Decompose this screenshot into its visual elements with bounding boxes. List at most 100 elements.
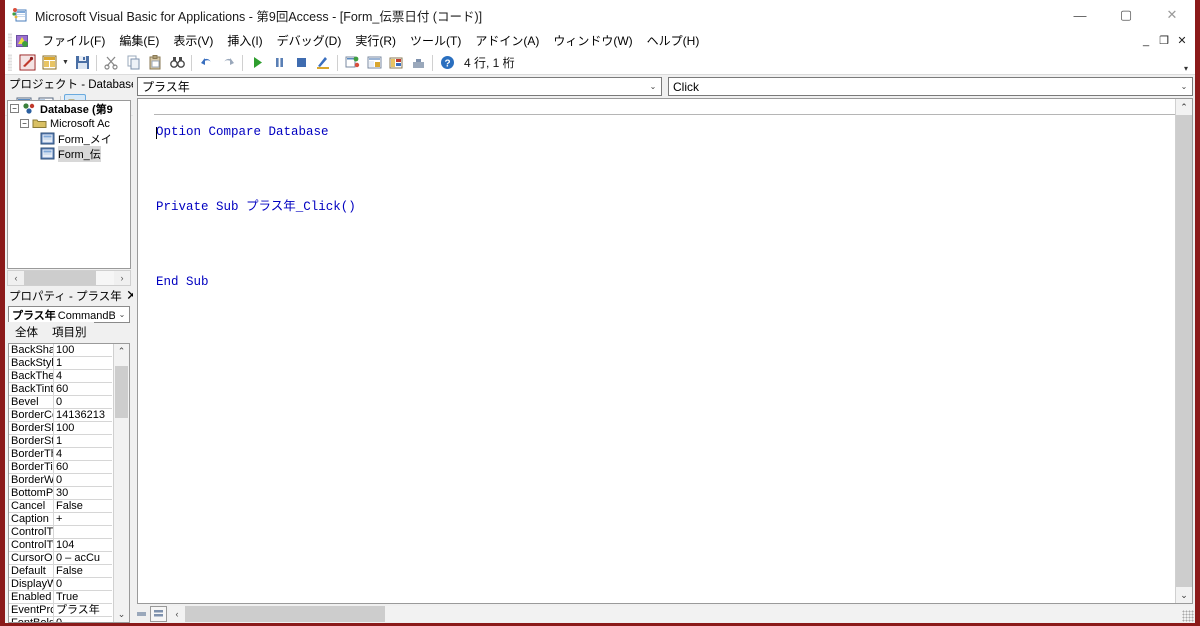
property-row[interactable]: BackTher 4 — [9, 370, 112, 383]
code-hscroll-track[interactable] — [185, 606, 1193, 622]
property-row[interactable]: Enabled True — [9, 591, 112, 604]
code-scroll-down-icon[interactable]: ⌄ — [1176, 587, 1192, 603]
property-value[interactable]: 4 — [54, 448, 112, 460]
code-scroll-up-icon[interactable]: ⌃ — [1176, 99, 1192, 115]
property-value[interactable]: 4 — [54, 370, 112, 382]
property-value[interactable]: 104 — [54, 539, 112, 551]
procedure-dropdown[interactable]: Click ⌄ — [668, 77, 1193, 96]
property-row[interactable]: BorderShi100 — [9, 422, 112, 435]
menu-file[interactable]: ファイル(F) — [35, 30, 112, 51]
menu-run[interactable]: 実行(R) — [348, 30, 403, 51]
properties-scroll-thumb[interactable] — [115, 366, 128, 418]
minimize-button[interactable]: — — [1057, 0, 1103, 30]
userform-icon[interactable] — [38, 52, 60, 74]
access-logo-icon[interactable] — [16, 52, 38, 74]
property-value[interactable]: + — [54, 513, 112, 525]
code-vscrollbar[interactable]: ⌃ ⌄ — [1175, 99, 1192, 603]
play-triangle-icon[interactable] — [246, 52, 268, 74]
menu-addins[interactable]: アドイン(A) — [468, 30, 546, 51]
property-row[interactable]: Cancel False — [9, 500, 112, 513]
menu-window[interactable]: ウィンドウ(W) — [546, 30, 639, 51]
property-row[interactable]: BorderThi4 — [9, 448, 112, 461]
property-row[interactable]: EventProcプラス年 — [9, 604, 112, 617]
mdi-minimize-button[interactable]: _ — [1137, 32, 1155, 50]
code-editor[interactable]: Option Compare Database Private Sub プラス年… — [137, 98, 1193, 604]
code-text[interactable]: Option Compare Database Private Sub プラス年… — [156, 101, 1172, 314]
property-row[interactable]: BackStyle1 — [9, 357, 112, 370]
object-browser-icon[interactable] — [385, 52, 407, 74]
menu-view[interactable]: 表示(V) — [166, 30, 220, 51]
property-row[interactable]: FontBold 0 — [9, 617, 112, 622]
menubar-grip[interactable] — [8, 33, 12, 48]
stop-square-icon[interactable] — [290, 52, 312, 74]
tree-item-form-denpyo[interactable]: Form_伝 — [8, 145, 130, 162]
code-scroll-left-icon[interactable]: ‹ — [169, 609, 185, 619]
property-row[interactable]: CursorOn 0 – acCu — [9, 552, 112, 565]
project-scroll-thumb[interactable] — [24, 271, 96, 285]
properties-panel-close-icon[interactable]: ✕ — [122, 287, 133, 304]
property-row[interactable]: ControlTy 104 — [9, 539, 112, 552]
properties-scroll-down-icon[interactable]: ⌄ — [114, 607, 129, 622]
properties-scroll-up-icon[interactable]: ⌃ — [114, 344, 129, 359]
scissors-icon[interactable] — [100, 52, 122, 74]
property-row[interactable]: Caption + — [9, 513, 112, 526]
menu-tools[interactable]: ツール(T) — [403, 30, 468, 51]
copy-icon[interactable] — [122, 52, 144, 74]
properties-list[interactable]: BackShad100 BackStyle1 BackTher4 BackTin… — [8, 343, 130, 623]
binoculars-icon[interactable] — [166, 52, 188, 74]
chevron-down-icon[interactable]: ⌄ — [1176, 82, 1192, 91]
property-value[interactable]: 1 — [54, 435, 112, 447]
tab-categorized[interactable]: 項目別 — [45, 322, 94, 341]
property-row[interactable]: Bevel 0 — [9, 396, 112, 409]
code-hscrollbar[interactable]: ‹ — [169, 606, 1193, 622]
menu-edit[interactable]: 編集(E) — [112, 30, 166, 51]
properties-object-combo[interactable]: プラス年 CommandB ⌄ — [8, 306, 130, 323]
property-value[interactable] — [54, 526, 112, 538]
property-row[interactable]: BorderSty1 — [9, 435, 112, 448]
property-row[interactable]: BorderCo 14136213 — [9, 409, 112, 422]
maximize-button[interactable]: ▢ — [1103, 0, 1149, 30]
menu-help[interactable]: ヘルプ(H) — [640, 30, 707, 51]
toolbar-grip[interactable] — [8, 54, 12, 71]
resize-grip[interactable] — [1182, 610, 1194, 622]
chevron-down-icon[interactable]: ⌄ — [115, 310, 129, 319]
tab-alphabetic[interactable]: 全体 — [8, 322, 45, 341]
floppy-disk-icon[interactable] — [71, 52, 93, 74]
property-value[interactable]: 60 — [54, 461, 112, 473]
procedure-view-icon[interactable] — [133, 606, 150, 622]
undo-arrow-icon[interactable] — [195, 52, 217, 74]
code-scroll-thumb[interactable] — [1176, 115, 1192, 587]
property-value[interactable]: False — [54, 565, 112, 577]
project-tree-hscrollbar[interactable]: ‹ › — [7, 270, 131, 286]
toolbox-icon[interactable] — [407, 52, 429, 74]
property-row[interactable]: Default False — [9, 565, 112, 578]
tree-toggle-database[interactable]: − — [10, 104, 19, 113]
property-row[interactable]: BorderWic0 — [9, 474, 112, 487]
pause-icon[interactable] — [268, 52, 290, 74]
code-hscroll-thumb[interactable] — [185, 606, 385, 622]
project-explorer-icon[interactable] — [341, 52, 363, 74]
menu-debug[interactable]: デバッグ(D) — [270, 30, 349, 51]
object-dropdown[interactable]: プラス年 ⌄ — [137, 77, 662, 96]
property-value[interactable]: 100 — [54, 344, 112, 356]
property-row[interactable]: DisplayWl0 — [9, 578, 112, 591]
mdi-close-button[interactable]: ✕ — [1173, 32, 1191, 50]
property-value[interactable]: 0 — [54, 396, 112, 408]
property-value[interactable]: 0 — [54, 474, 112, 486]
property-value[interactable]: 60 — [54, 383, 112, 395]
chevron-down-icon[interactable]: ▼ — [60, 52, 71, 74]
property-row[interactable]: BorderTin60 — [9, 461, 112, 474]
close-button[interactable]: ✕ — [1149, 0, 1195, 30]
property-value[interactable]: 30 — [54, 487, 112, 499]
chevron-down-icon[interactable]: ⌄ — [645, 82, 661, 91]
properties-vscrollbar[interactable]: ⌃ ⌄ — [113, 344, 129, 622]
help-question-icon[interactable]: ? — [436, 52, 458, 74]
clipboard-icon[interactable] — [144, 52, 166, 74]
mdi-restore-button[interactable]: ❐ — [1155, 32, 1173, 50]
property-row[interactable]: BackShad100 — [9, 344, 112, 357]
property-row[interactable]: ControlTij — [9, 526, 112, 539]
toolbar-overflow-button[interactable]: ▾ — [1180, 53, 1192, 73]
properties-window-icon[interactable] — [363, 52, 385, 74]
property-value[interactable]: プラス年 — [54, 604, 112, 616]
redo-arrow-icon[interactable] — [217, 52, 239, 74]
